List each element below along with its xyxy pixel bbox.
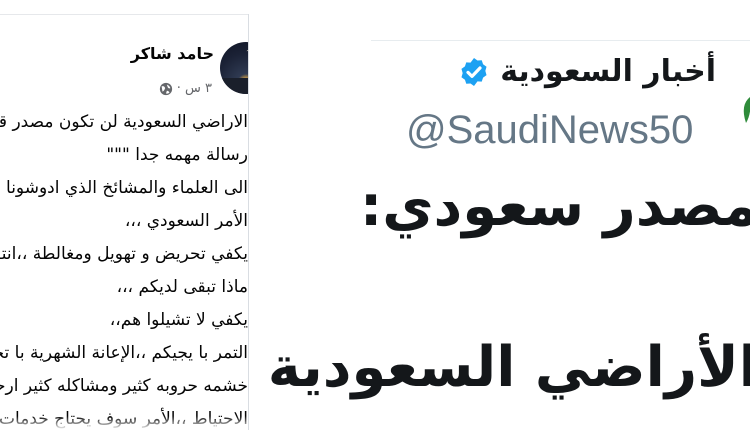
moon-icon bbox=[240, 51, 248, 67]
globe-icon bbox=[159, 82, 172, 95]
card-top-border bbox=[0, 14, 248, 15]
tweet-display-name-row: أخبار السعودية bbox=[458, 54, 716, 89]
post-line: التمر با يجيكم ،،الإعانة الشهرية با تجيك… bbox=[0, 343, 248, 363]
palm-leaf-icon bbox=[743, 97, 750, 123]
post-line: رسالة مهمه جدا """ bbox=[106, 145, 248, 165]
tweet-display-name[interactable]: أخبار السعودية bbox=[500, 54, 716, 89]
verified-badge-icon bbox=[461, 57, 487, 86]
tweet-text-line-1: مصدر سعودي: bbox=[359, 174, 750, 239]
post-line: يكفي تحريض و تهويل ومغالطة ،،انتو bbox=[0, 244, 248, 264]
post-timestamp[interactable]: ٣ س · bbox=[177, 81, 212, 96]
post-line: ماذا تبقى لديكم ،،، bbox=[116, 277, 248, 297]
bottom-fade bbox=[0, 416, 248, 430]
post-line: الأمر السعودي ،،، bbox=[124, 211, 248, 231]
post-line: الى العلماء والمشائخ الذي ادوشونا الراي bbox=[0, 178, 248, 198]
author-avatar[interactable] bbox=[220, 42, 248, 94]
post-author-name[interactable]: حامد شاكر bbox=[131, 44, 214, 63]
tweet-handle[interactable]: @SaudiNews50 bbox=[406, 108, 693, 153]
tweet-top-border bbox=[371, 40, 750, 41]
post-line: يكفي لا تشيلوا هم،، bbox=[109, 310, 248, 330]
post-meta: ٣ س · bbox=[159, 81, 212, 96]
avatar-ground bbox=[220, 78, 248, 94]
tweet-text-line-2: الأراضي السعودية bbox=[267, 335, 750, 400]
facebook-post-card: حامد شاكر ٣ س · الاراضي السعودية لن تكون… bbox=[0, 14, 249, 430]
post-line: الاراضي السعودية لن تكون مصدر قلق bbox=[0, 112, 248, 132]
post-body: الاراضي السعودية لن تكون مصدر قلق رسالة … bbox=[0, 106, 248, 430]
post-line: خشمه حروبه كثير ومشاكله كثير ارحموا bbox=[0, 376, 248, 396]
